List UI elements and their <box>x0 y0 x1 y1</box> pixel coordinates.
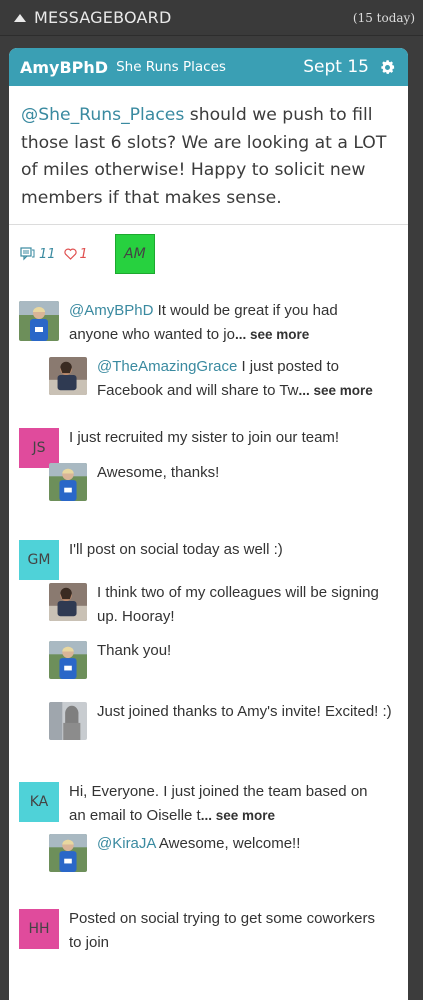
reply: Thank you! <box>49 639 397 679</box>
post-header: AmyBPhD She Runs Places Sept 15 <box>9 48 408 86</box>
post-body: @She_Runs_Places should we push to fill … <box>9 86 408 225</box>
heart-icon <box>63 248 77 260</box>
comment-body: I just recruited my sister to join our t… <box>69 429 340 446</box>
comment-body: Awesome, thanks! <box>97 464 220 481</box>
reply: @KiraJA Awesome, welcome!! <box>49 832 397 872</box>
comment-text: @KiraJA Awesome, welcome!! <box>97 832 397 856</box>
avatar[interactable] <box>49 583 87 621</box>
comment: GM I'll post on social today as well :) <box>19 538 379 580</box>
gear-icon[interactable] <box>379 59 396 76</box>
comment-body: Posted on social trying to get some cowo… <box>69 910 375 951</box>
avatar[interactable]: KA <box>19 782 59 822</box>
avatar[interactable] <box>49 702 87 740</box>
user-mention[interactable]: @TheAmazingGrace <box>97 358 237 375</box>
avatar[interactable] <box>49 357 87 395</box>
likes-count: 1 <box>79 246 88 262</box>
comment-text: I just recruited my sister to join our t… <box>69 426 379 450</box>
comment-text: Awesome, thanks! <box>97 461 397 485</box>
comment-body: I'll post on social today as well :) <box>69 541 283 558</box>
post-stats: 11 1 AM <box>9 225 408 283</box>
likes-stat[interactable]: 1 <box>63 246 88 262</box>
user-mention[interactable]: @AmyBPhD <box>69 302 153 319</box>
comment-text: Thank you! <box>97 639 397 663</box>
comment-body: Just joined thanks to Amy's invite! Exci… <box>97 703 392 720</box>
avatar[interactable] <box>49 463 87 501</box>
post-mention[interactable]: @She_Runs_Places <box>21 105 184 125</box>
comment: @AmyBPhD It would be great if you had an… <box>19 299 379 347</box>
comment-body: Thank you! <box>97 642 172 659</box>
avatar[interactable] <box>49 641 87 679</box>
comments-count: 11 <box>39 246 56 262</box>
comment-text: Posted on social trying to get some cowo… <box>69 907 379 955</box>
comment-body: Awesome, welcome!! <box>155 835 301 852</box>
reply: Awesome, thanks! <box>49 461 397 501</box>
message-panel: AmyBPhD She Runs Places Sept 15 @She_Run… <box>9 48 408 1000</box>
user-mention[interactable]: @KiraJA <box>97 835 156 852</box>
post-date: Sept 15 <box>303 57 369 77</box>
post-author[interactable]: AmyBPhD <box>20 58 108 77</box>
reply: I think two of my colleagues will be sig… <box>49 581 397 629</box>
avatar[interactable] <box>19 301 59 341</box>
see-more-link[interactable]: ... see more <box>201 808 275 823</box>
comment-body: I think two of my colleagues will be sig… <box>97 584 379 625</box>
comments-stat[interactable]: 11 <box>20 247 56 262</box>
post-handle[interactable]: She Runs Places <box>116 59 226 75</box>
comment-text: Just joined thanks to Amy's invite! Exci… <box>97 700 397 724</box>
avatar[interactable] <box>49 834 87 872</box>
comments-list: @AmyBPhD It would be great if you had an… <box>9 283 408 983</box>
avatar[interactable]: HH <box>19 909 59 949</box>
reply: @TheAmazingGrace I just posted to Facebo… <box>49 355 397 403</box>
comment-text: I'll post on social today as well :) <box>69 538 379 562</box>
messageboard-title: MESSAGEBOARD <box>34 8 172 27</box>
messageboard-header[interactable]: MESSAGEBOARD (15 today) <box>0 0 423 36</box>
today-count: (15 today) <box>352 10 415 25</box>
see-more-link[interactable]: ... see more <box>235 327 309 342</box>
collapse-triangle-icon[interactable] <box>14 13 26 22</box>
avatar[interactable]: GM <box>19 540 59 580</box>
comment: HH Posted on social trying to get some co… <box>19 907 379 955</box>
comment-text: I think two of my colleagues will be sig… <box>97 581 397 629</box>
comment-icon <box>20 247 35 261</box>
comment-text: Hi, Everyone. I just joined the team bas… <box>69 780 379 828</box>
avatar[interactable]: AM <box>114 234 155 274</box>
see-more-link[interactable]: ... see more <box>299 383 373 398</box>
comment-text: @TheAmazingGrace I just posted to Facebo… <box>97 355 397 403</box>
comment-text: @AmyBPhD It would be great if you had an… <box>69 299 379 347</box>
reply: Just joined thanks to Amy's invite! Exci… <box>49 700 397 740</box>
comment: KA Hi, Everyone. I just joined the team b… <box>19 780 379 828</box>
